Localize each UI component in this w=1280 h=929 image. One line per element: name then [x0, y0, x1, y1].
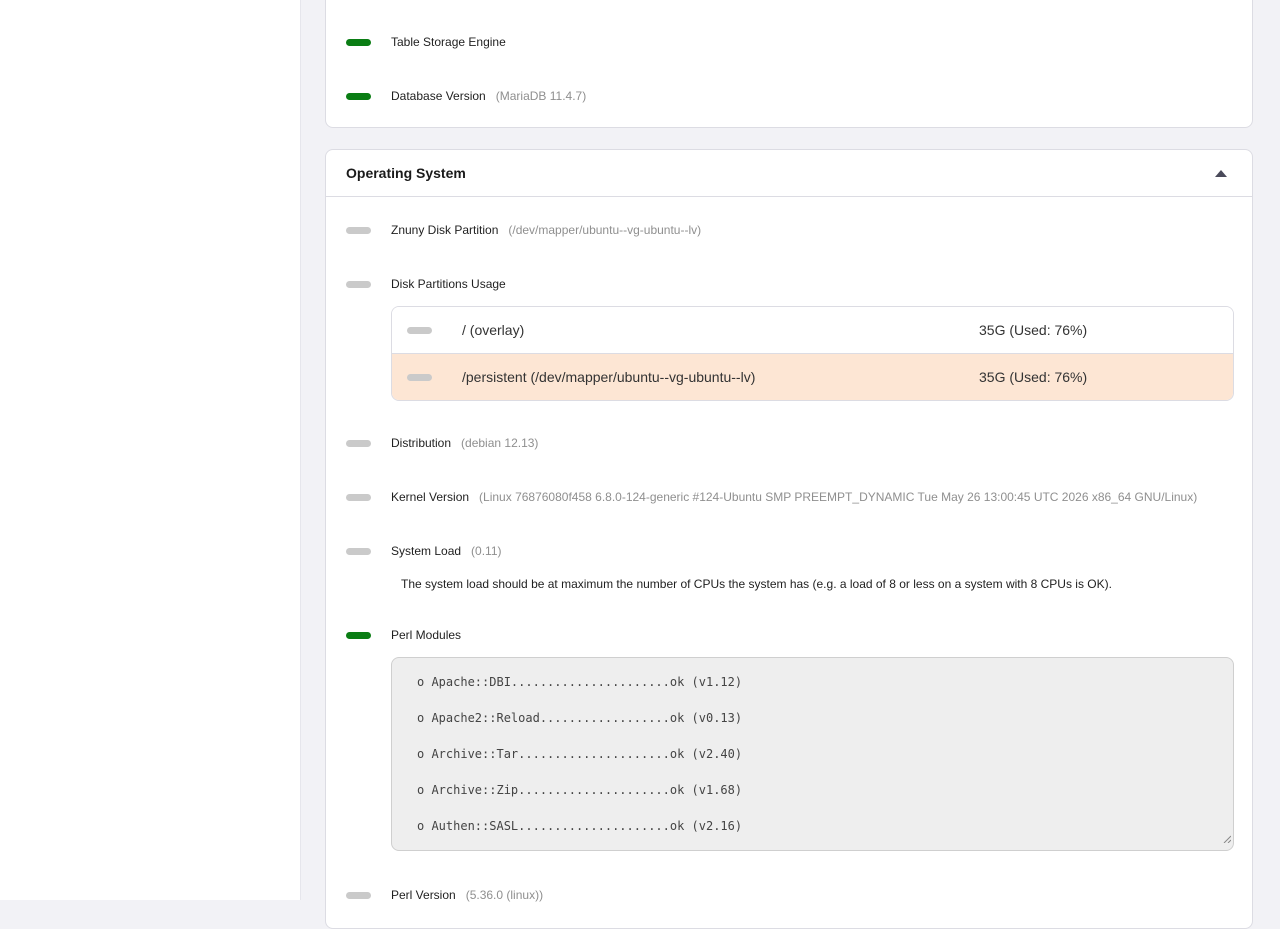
partition-size: 35G (Used: 76%): [979, 322, 1088, 338]
status-neutral-indicator: [346, 493, 371, 501]
check-label: Distribution: [391, 436, 452, 450]
partition-name: /persistent (/dev/mapper/ubuntu--vg-ubun…: [462, 369, 756, 385]
check-value: (MariaDB 11.4.7): [495, 89, 587, 103]
chevron-up-icon[interactable]: [1214, 168, 1228, 178]
check-label: Znuny Disk Partition: [391, 223, 499, 237]
status-neutral-indicator: [407, 327, 432, 334]
check-value: (0.11): [471, 544, 502, 558]
check-row-distribution: Distribution (debian 12.13): [346, 433, 538, 453]
module-line: o Authen::SASL.....................ok (v…: [417, 819, 743, 833]
check-label: Table Storage Engine: [391, 35, 506, 49]
status-ok-indicator: [346, 631, 371, 639]
system-load-note: The system load should be at maximum the…: [401, 577, 1112, 591]
status-neutral-indicator: [407, 374, 432, 381]
table-row: / (overlay) 35G (Used: 76%): [392, 307, 1233, 354]
check-row-disk-usage: Disk Partitions Usage: [346, 274, 506, 294]
operating-system-section-card: Operating System Znuny Disk Partition (/…: [325, 149, 1253, 929]
module-line: o Archive::Zip.....................ok (v…: [417, 783, 743, 797]
partition-size: 35G (Used: 76%): [979, 369, 1088, 385]
check-row-perl-modules: Perl Modules: [346, 625, 461, 645]
status-neutral-indicator: [346, 891, 371, 899]
check-value: (/dev/mapper/ubuntu--vg-ubuntu--lv): [508, 223, 702, 237]
section-title: Operating System: [346, 165, 466, 181]
perl-modules-textarea[interactable]: o Apache::DBI......................ok (v…: [391, 657, 1234, 851]
resize-grip-icon[interactable]: [1223, 830, 1232, 848]
check-value: (debian 12.13): [461, 436, 539, 450]
status-neutral-indicator: [346, 226, 371, 234]
disk-usage-table: / (overlay) 35G (Used: 76%) /persistent …: [391, 306, 1234, 401]
check-label: Disk Partitions Usage: [391, 277, 506, 291]
module-line: o Apache::DBI......................ok (v…: [417, 675, 743, 689]
check-row-database-version: Database Version (MariaDB 11.4.7): [346, 86, 586, 106]
partition-name: / (overlay): [462, 322, 525, 338]
check-row-table-storage-engine: Table Storage Engine: [346, 32, 506, 52]
table-row: /persistent (/dev/mapper/ubuntu--vg-ubun…: [392, 354, 1233, 400]
status-neutral-indicator: [346, 280, 371, 288]
left-sidebar: [0, 0, 301, 900]
status-neutral-indicator: [346, 439, 371, 447]
check-row-kernel-version: Kernel Version (Linux 76876080f458 6.8.0…: [346, 487, 1197, 507]
check-row-perl-version: Perl Version (5.36.0 (linux)): [346, 885, 543, 905]
check-label: System Load: [391, 544, 462, 558]
module-line: o Apache2::Reload..................ok (v…: [417, 711, 743, 725]
check-label: Kernel Version: [391, 490, 470, 504]
section-header[interactable]: Operating System: [326, 150, 1252, 197]
check-value: (Linux 76876080f458 6.8.0-124-generic #1…: [479, 490, 1198, 504]
status-ok-indicator: [346, 92, 371, 100]
check-row-system-load: System Load (0.11): [346, 541, 502, 561]
check-label: Database Version: [391, 89, 486, 103]
database-section-card: Table Storage Engine Database Version (M…: [325, 0, 1253, 128]
status-ok-indicator: [346, 38, 371, 46]
module-line: o Archive::Tar.....................ok (v…: [417, 747, 743, 761]
check-row-disk-partition: Znuny Disk Partition (/dev/mapper/ubuntu…: [346, 220, 701, 240]
check-label: Perl Modules: [391, 628, 462, 642]
status-neutral-indicator: [346, 547, 371, 555]
